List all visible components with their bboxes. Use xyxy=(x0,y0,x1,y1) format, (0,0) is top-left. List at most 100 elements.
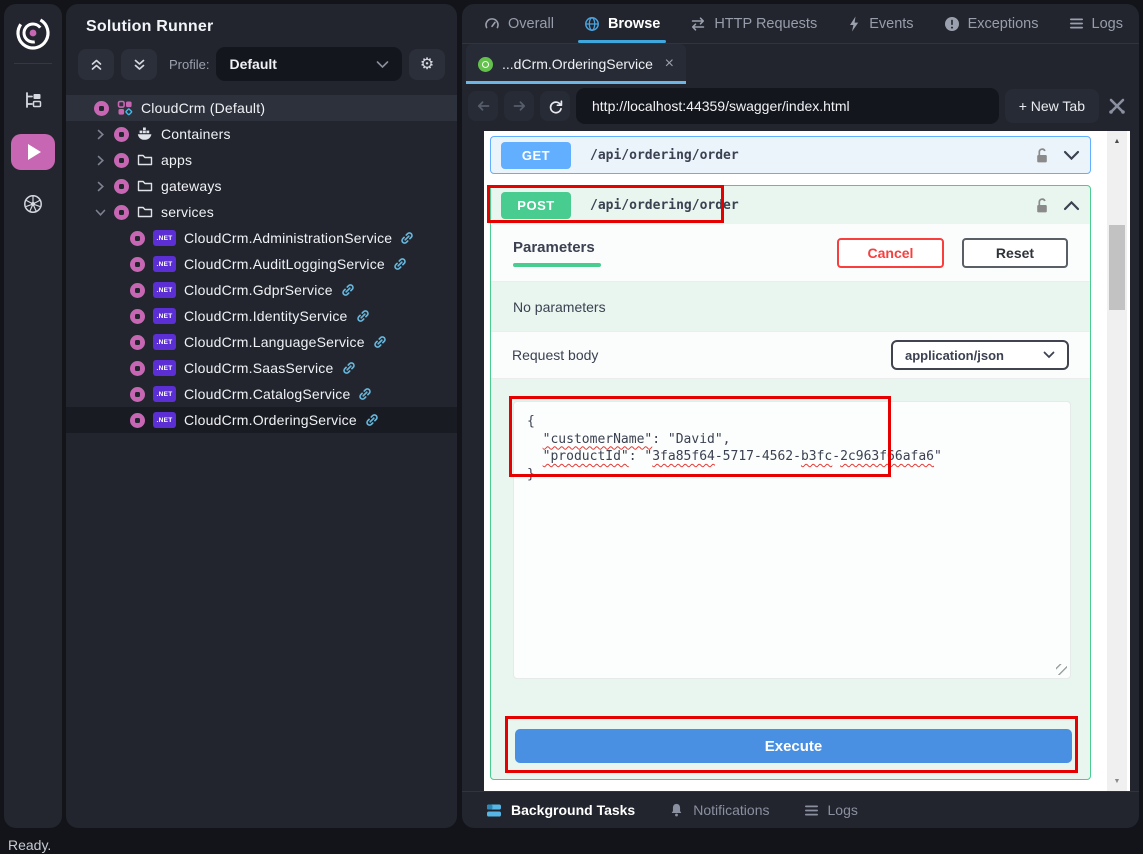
unlock-icon[interactable] xyxy=(1035,197,1049,214)
chevron-right-icon[interactable] xyxy=(94,129,106,140)
list-lines-icon xyxy=(1069,17,1084,30)
tree-item-label: apps xyxy=(161,152,192,168)
tree-item-auditlogging-service[interactable]: .NET CloudCrm.AuditLoggingService xyxy=(66,251,457,277)
solution-explorer-icon[interactable] xyxy=(11,82,55,118)
browser-tab-ordering-service[interactable]: ...dCrm.OrderingService × xyxy=(466,44,686,84)
link-icon[interactable] xyxy=(342,361,356,375)
opblock-post-header[interactable]: POST /api/ordering/order xyxy=(491,186,1090,224)
background-tasks-button[interactable]: Background Tasks xyxy=(486,802,635,818)
kubernetes-icon[interactable] xyxy=(11,186,55,222)
request-body-editor[interactable]: { "customerName": "David", "productId": … xyxy=(513,401,1071,679)
solution-runner-panel: Solution Runner Profile: Default ⚙ xyxy=(66,4,457,828)
tab-overall[interactable]: Overall xyxy=(484,4,554,43)
browser-tabstrip: ...dCrm.OrderingService × xyxy=(462,44,1139,84)
browser-viewport: GET /api/ordering/order POST /api/orderi… xyxy=(484,131,1130,791)
swap-arrows-icon xyxy=(690,16,706,32)
chevron-right-icon[interactable] xyxy=(94,181,106,192)
close-icon[interactable]: × xyxy=(665,55,674,73)
app-logo-icon xyxy=(13,13,53,53)
collapse-all-button[interactable] xyxy=(78,49,114,80)
scroll-down-arrow[interactable]: ▼ xyxy=(1107,773,1127,789)
opblock-get[interactable]: GET /api/ordering/order xyxy=(490,136,1091,174)
status-donut-icon xyxy=(130,413,145,428)
tree-item-services[interactable]: services xyxy=(66,199,457,225)
link-icon[interactable] xyxy=(400,231,414,245)
tab-http-requests[interactable]: HTTP Requests xyxy=(690,4,817,43)
tree-item-gdpr-service[interactable]: .NET CloudCrm.GdprService xyxy=(66,277,457,303)
scissors-icon[interactable] xyxy=(1107,97,1127,115)
gear-icon: ⚙ xyxy=(420,54,434,74)
back-button[interactable] xyxy=(468,91,498,121)
request-body-label: Request body xyxy=(512,347,598,363)
tree-item-apps[interactable]: apps xyxy=(66,147,457,173)
get-path: /api/ordering/order xyxy=(590,148,739,163)
notifications-button[interactable]: Notifications xyxy=(669,802,769,818)
tab-logs[interactable]: Logs xyxy=(1069,4,1123,43)
link-icon[interactable] xyxy=(358,387,372,401)
tree-item-language-service[interactable]: .NET CloudCrm.LanguageService xyxy=(66,329,457,355)
execute-button[interactable]: Execute xyxy=(515,729,1072,763)
list-lines-icon xyxy=(804,804,819,817)
opblock-post: POST /api/ordering/order xyxy=(490,185,1091,780)
collapse-chevron-up-icon[interactable] xyxy=(1063,200,1080,211)
tab-label: Events xyxy=(869,16,913,32)
new-tab-button[interactable]: + New Tab xyxy=(1005,89,1099,123)
tree-item-ordering-service[interactable]: .NET CloudCrm.OrderingService xyxy=(66,407,457,433)
swagger-content: GET /api/ordering/order POST /api/orderi… xyxy=(484,131,1107,791)
resize-handle[interactable] xyxy=(1056,664,1067,675)
refresh-icon xyxy=(548,99,563,114)
request-body-header: Request body application/json xyxy=(491,331,1090,379)
tree-item-saas-service[interactable]: .NET CloudCrm.SaasService xyxy=(66,355,457,381)
folder-icon xyxy=(137,205,153,219)
tree-item-identity-service[interactable]: .NET CloudCrm.IdentityService xyxy=(66,303,457,329)
refresh-button[interactable] xyxy=(540,91,570,121)
run-button[interactable] xyxy=(11,134,55,170)
tree-item-administration-service[interactable]: .NET CloudCrm.AdministrationService xyxy=(66,225,457,251)
expand-chevron-down-icon[interactable] xyxy=(1063,150,1080,161)
tree-item-label: Containers xyxy=(161,126,231,142)
chevron-down-icon xyxy=(1043,351,1055,359)
link-icon[interactable] xyxy=(393,257,407,271)
tree-item-cloudcrm[interactable]: CloudCrm (Default) xyxy=(66,95,457,121)
profile-toolbar: Profile: Default ⚙ xyxy=(78,47,445,81)
misspelled-token: "customerName" xyxy=(543,432,653,447)
reset-button[interactable]: Reset xyxy=(962,238,1068,268)
settings-button[interactable]: ⚙ xyxy=(409,49,445,80)
tree-item-gateways[interactable]: gateways xyxy=(66,173,457,199)
bottom-bar-label: Background Tasks xyxy=(511,802,635,818)
profile-select[interactable]: Default xyxy=(216,47,402,81)
chevron-down-icon[interactable] xyxy=(94,208,106,217)
activity-bar xyxy=(4,4,62,828)
status-donut-icon xyxy=(114,205,129,220)
tree-item-label: CloudCrm.AdministrationService xyxy=(184,230,392,246)
parameters-section-header: Parameters Cancel Reset xyxy=(491,224,1090,282)
tab-exceptions[interactable]: Exceptions xyxy=(944,4,1039,43)
docker-icon xyxy=(137,127,153,141)
link-icon[interactable] xyxy=(365,413,379,427)
tab-browse[interactable]: Browse xyxy=(584,4,660,43)
scrollbar-thumb[interactable] xyxy=(1109,225,1125,310)
status-donut-icon xyxy=(130,361,145,376)
tree-item-containers[interactable]: Containers xyxy=(66,121,457,147)
content-type-select[interactable]: application/json xyxy=(891,340,1069,370)
tree-item-label: CloudCrm.CatalogService xyxy=(184,386,350,402)
link-icon[interactable] xyxy=(356,309,370,323)
url-input[interactable]: http://localhost:44359/swagger/index.htm… xyxy=(576,88,999,124)
logs-button[interactable]: Logs xyxy=(804,802,858,818)
unlock-icon[interactable] xyxy=(1035,147,1049,164)
cancel-button[interactable]: Cancel xyxy=(837,238,944,268)
scroll-up-arrow[interactable]: ▲ xyxy=(1107,133,1127,149)
chevron-right-icon[interactable] xyxy=(94,155,106,166)
expand-all-button[interactable] xyxy=(121,49,157,80)
tree-item-catalog-service[interactable]: .NET CloudCrm.CatalogService xyxy=(66,381,457,407)
misspelled-token: "productId" xyxy=(543,449,629,464)
lightning-icon xyxy=(847,16,861,32)
link-icon[interactable] xyxy=(373,335,387,349)
status-donut-icon xyxy=(130,387,145,402)
status-donut-icon xyxy=(94,101,109,116)
forward-button[interactable] xyxy=(504,91,534,121)
status-donut-icon xyxy=(114,179,129,194)
tab-events[interactable]: Events xyxy=(847,4,913,43)
link-icon[interactable] xyxy=(341,283,355,297)
page-scrollbar[interactable]: ▲ ▼ xyxy=(1107,131,1127,791)
